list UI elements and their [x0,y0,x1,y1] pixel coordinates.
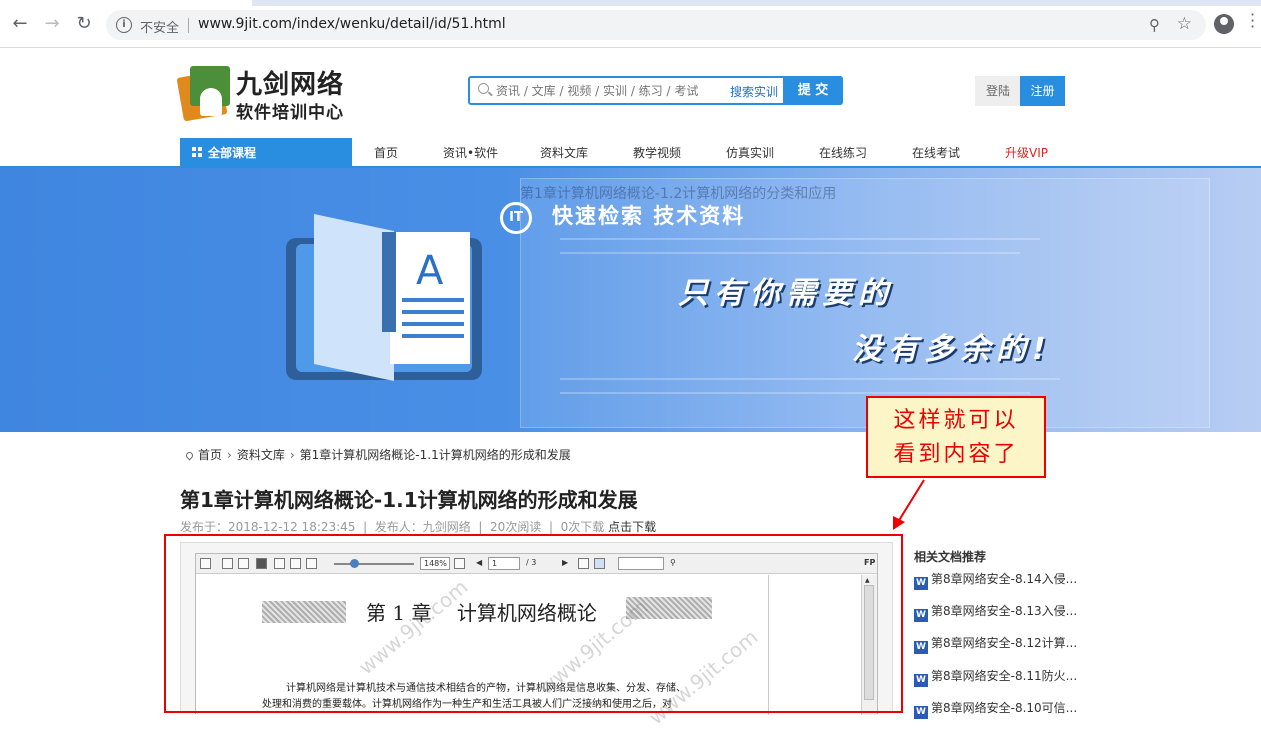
related-doc-label[interactable]: 第8章网络安全-8.13入侵... [931,604,1077,618]
related-doc-item[interactable]: W 第8章网络安全-8.14入侵... [914,570,1077,590]
related-doc-item[interactable]: W 第8章网络安全-8.11防火... [914,667,1077,687]
word-doc-icon: W [914,577,928,590]
info-icon[interactable]: i [116,17,132,33]
nav-vip[interactable]: 升级VIP [1005,138,1048,168]
bookmark-star-icon[interactable]: ☆ [1177,14,1192,34]
search-submit-button[interactable]: 提 交 [783,76,843,105]
nav-exam[interactable]: 在线考试 [912,138,960,168]
related-doc-item[interactable]: W 第8章网络安全-8.10可信... [914,699,1077,719]
nav-simulation[interactable]: 仿真实训 [726,138,774,168]
banner-slogan-2: 没有多余的! [852,332,1052,367]
related-docs-title: 相关文档推荐 [914,550,987,564]
book-icon: A [286,214,482,382]
security-label: 不安全 [140,21,180,36]
related-doc-label[interactable]: 第8章网络安全-8.12计算... [931,636,1077,650]
reload-icon[interactable]: ↻ [74,14,94,34]
download-link[interactable]: 点击下载 [608,520,656,534]
menu-icon[interactable]: · · · [1250,7,1255,35]
forward-icon[interactable]: → [42,14,62,34]
document-meta-text: 发布于：2018-12-12 18:23:45 | 发布人：九剑网络 | 20次… [180,520,605,534]
it-search-icon: IT [500,202,532,234]
all-courses-button[interactable]: 全部课程 [180,138,352,168]
chevron-right-icon: › [289,448,295,462]
search-input[interactable] [496,81,724,101]
nav-practice[interactable]: 在线练习 [819,138,867,168]
zoom-icon[interactable]: ⚲ [1149,16,1160,34]
all-courses-label: 全部课程 [208,146,257,160]
related-doc-item[interactable]: W 第8章网络安全-8.13入侵... [914,602,1077,622]
search-box: 搜索实训 提 交 [468,76,843,105]
main-nav: 全部课程 首页 资讯•软件 资料文库 教学视频 仿真实训 在线练习 在线考试 升… [0,138,1261,168]
back-icon[interactable]: ← [10,14,30,34]
breadcrumb-section[interactable]: 资料文库 [237,448,285,462]
omnibox-separator [188,18,189,33]
related-doc-label[interactable]: 第8章网络安全-8.14入侵... [931,572,1077,586]
related-doc-item[interactable]: W 第8章网络安全-8.12计算... [914,634,1077,654]
url-text[interactable]: www.9jit.com/index/wenku/detail/id/51.ht… [198,16,506,32]
word-doc-icon: W [914,641,928,654]
browser-toolbar: ← → ↻ i 不安全 www.9jit.com/index/wenku/det… [0,0,1261,48]
hero-banner: 第1章计算机网络概论-1.2计算机网络的分类和应用 A IT 快速检索 技术资料… [0,168,1261,432]
breadcrumb-current: 第1章计算机网络概论-1.1计算机网络的形成和发展 [299,448,571,462]
logo-title: 九剑网络 [236,70,345,100]
address-bar[interactable]: i 不安全 www.9jit.com/index/wenku/detail/id… [106,10,1206,40]
word-doc-icon: W [914,609,928,622]
register-button[interactable]: 注册 [1020,76,1065,106]
nav-home[interactable]: 首页 [374,138,398,168]
tab-strip [0,0,1261,6]
grid-icon [192,147,203,158]
site-logo[interactable]: 九剑网络 软件培训中心 [176,62,360,123]
login-button[interactable]: 登陆 [975,76,1021,106]
annotation-line-1: 这样就可以 [893,408,1019,433]
annotation-highlight-frame [164,534,903,713]
related-doc-label[interactable]: 第8章网络安全-8.11防火... [931,669,1077,683]
breadcrumb-home[interactable]: 首页 [198,448,222,462]
nav-news-software[interactable]: 资讯•软件 [443,138,498,168]
logo-subtitle: 软件培训中心 [236,103,344,123]
search-scope-link[interactable]: 搜索实训 [730,83,778,100]
chevron-right-icon: › [227,448,232,462]
breadcrumb: 首页 › 资料文库 › 第1章计算机网络概论-1.1计算机网络的形成和发展 [184,446,571,463]
location-pin-icon [184,450,195,461]
word-doc-icon: W [914,674,928,687]
nav-videos[interactable]: 教学视频 [633,138,681,168]
annotation-line-2: 看到内容了 [893,442,1019,467]
banner-slogan-1: 只有你需要的 [678,276,894,311]
logo-mark-icon [176,66,232,122]
account-icon[interactable] [1214,14,1234,34]
annotation-callout: 这样就可以 看到内容了 [866,396,1046,478]
search-icon [478,83,489,94]
document-meta: 发布于：2018-12-12 18:23:45 | 发布人：九剑网络 | 20次… [180,518,656,535]
nav-library[interactable]: 资料文库 [540,138,588,168]
document-title: 第1章计算机网络概论-1.1计算机网络的形成和发展 [180,488,638,512]
banner-tagline: 快速检索 技术资料 [552,204,746,228]
